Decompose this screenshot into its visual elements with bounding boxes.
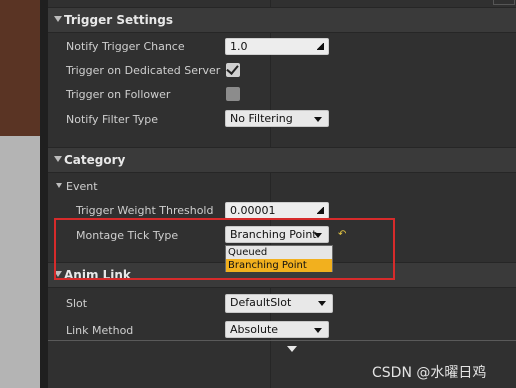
section-title: Trigger Settings [64, 13, 173, 27]
trigger-weight-threshold-value: 0.00001 [230, 204, 276, 217]
label-trigger-follower: Trigger on Follower [66, 88, 171, 101]
drag-handle-icon[interactable] [317, 43, 324, 50]
panel-splitter[interactable] [40, 0, 48, 388]
label-trigger-weight-threshold: Trigger Weight Threshold [76, 204, 214, 217]
label-link-method: Link Method [66, 324, 134, 337]
slot-select[interactable]: DefaultSlot [225, 294, 333, 313]
notify-filter-type-value: No Filtering [230, 112, 293, 125]
section-category[interactable]: Category [48, 147, 516, 173]
viewport-background-lower [0, 136, 40, 388]
divider [48, 340, 516, 341]
chevron-down-icon [314, 328, 322, 333]
section-title: Category [64, 153, 126, 167]
checkmark-icon [226, 62, 239, 75]
collapse-triangle-icon[interactable] [54, 16, 62, 22]
trigger-weight-threshold-input[interactable]: 0.00001 [225, 202, 329, 219]
panel-corner-control[interactable] [493, 0, 515, 5]
link-method-value: Absolute [230, 323, 279, 336]
expand-event-icon[interactable] [56, 183, 62, 188]
watermark: CSDN @水曜日鸡 [372, 365, 487, 381]
label-notify-filter-type: Notify Filter Type [66, 113, 159, 126]
expand-more-arrow-icon[interactable] [287, 346, 297, 352]
notify-trigger-chance-value: 1.0 [230, 40, 248, 53]
label-slot: Slot [66, 297, 88, 310]
label-notify-trigger-chance: Notify Trigger Chance [66, 40, 185, 53]
notify-filter-type-select[interactable]: No Filtering [225, 110, 329, 127]
label-trigger-dedicated-server: Trigger on Dedicated Server [66, 64, 221, 77]
chevron-down-icon [318, 301, 326, 306]
viewport-background [0, 0, 40, 136]
red-highlight-annotation [54, 218, 395, 280]
trigger-follower-checkbox[interactable] [226, 87, 240, 101]
drag-handle-icon[interactable] [317, 207, 324, 214]
slot-value: DefaultSlot [230, 296, 292, 309]
notify-trigger-chance-input[interactable]: 1.0 [225, 38, 329, 55]
link-method-select[interactable]: Absolute [225, 321, 329, 338]
label-event: Event [66, 180, 98, 193]
trigger-dedicated-server-checkbox[interactable] [226, 62, 240, 77]
section-trigger-settings[interactable]: Trigger Settings [48, 7, 516, 33]
collapse-triangle-icon[interactable] [54, 156, 62, 162]
chevron-down-icon [314, 117, 322, 122]
